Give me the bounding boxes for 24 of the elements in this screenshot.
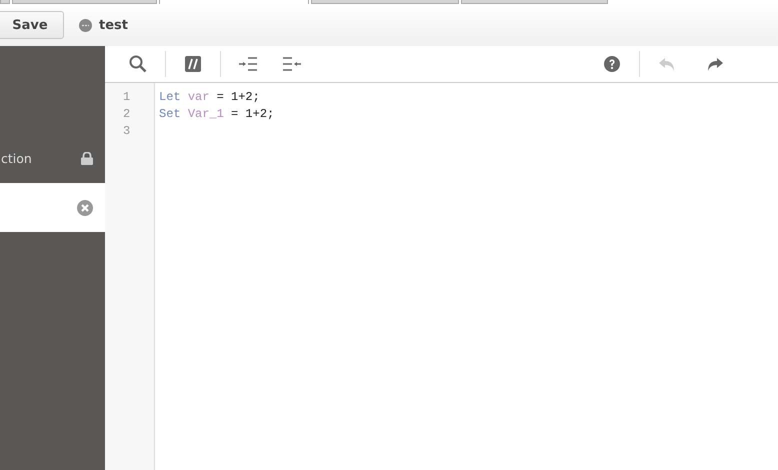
tab[interactable] bbox=[0, 0, 10, 4]
code-line: Let var = 1+2; bbox=[159, 89, 261, 106]
tab[interactable] bbox=[12, 0, 157, 4]
tab[interactable] bbox=[311, 0, 459, 4]
lock-icon bbox=[81, 152, 93, 165]
sidebar-item[interactable]: ction bbox=[0, 134, 105, 183]
outdent-icon bbox=[283, 57, 301, 71]
app-name: test bbox=[99, 18, 128, 32]
sidebar-item-label: ction bbox=[1, 151, 32, 166]
line-number: 2 bbox=[122, 106, 132, 123]
close-icon[interactable] bbox=[77, 200, 93, 216]
code-line: Set Var_1 = 1+2; bbox=[159, 106, 276, 123]
comment-icon bbox=[185, 56, 201, 72]
status-icon bbox=[79, 18, 92, 32]
line-number: 3 bbox=[122, 123, 132, 140]
indent-icon bbox=[239, 57, 257, 71]
sidebar-item[interactable] bbox=[0, 183, 105, 232]
search-icon bbox=[129, 55, 147, 73]
help-icon bbox=[604, 56, 620, 72]
undo-icon bbox=[659, 58, 675, 70]
redo-icon bbox=[707, 58, 723, 70]
tab[interactable] bbox=[461, 0, 608, 4]
line-number: 1 bbox=[122, 89, 132, 106]
save-button[interactable]: Save bbox=[0, 11, 64, 39]
